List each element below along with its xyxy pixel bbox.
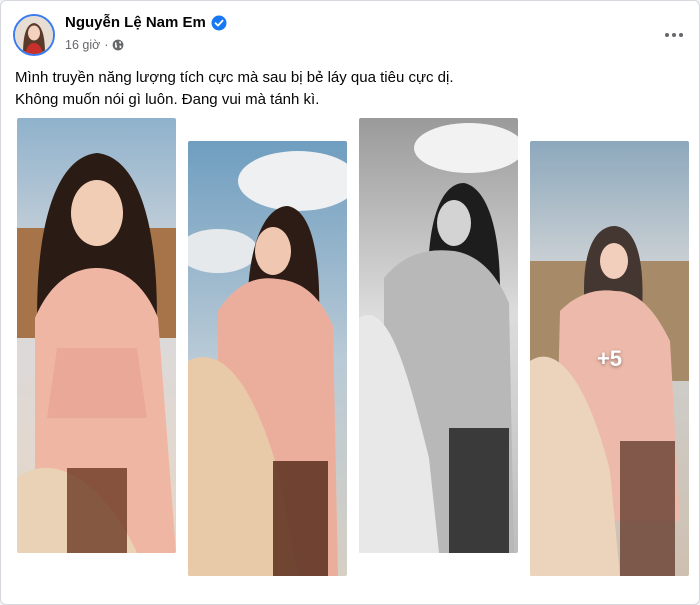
post-meta: 16 giờ · [65,38,124,52]
author-avatar[interactable] [13,14,55,56]
post-text: Mình truyền năng lượng tích cực mà sau b… [15,67,454,111]
post-photo-2[interactable] [188,141,347,576]
post-photo-4[interactable]: +5 [530,141,689,576]
post-card: Nguyễn Lệ Nam Em 16 giờ · Mình truyền nă… [0,0,700,605]
post-photo-1[interactable] [17,118,176,553]
author-name[interactable]: Nguyễn Lệ Nam Em [65,14,206,31]
post-text-line: Không muốn nói gì luôn. Đang vui mà tánh… [15,91,320,108]
post-photo-3[interactable] [359,118,518,553]
more-dots-icon[interactable] [661,25,687,45]
post-timestamp[interactable]: 16 giờ [65,38,100,52]
globe-icon[interactable] [112,39,124,51]
separator-dot: · [104,38,109,52]
post-text-line: Mình truyền năng lượng tích cực mà sau b… [15,69,454,86]
more-photos-count[interactable]: +5 [530,141,689,576]
verified-badge-icon [211,15,227,31]
